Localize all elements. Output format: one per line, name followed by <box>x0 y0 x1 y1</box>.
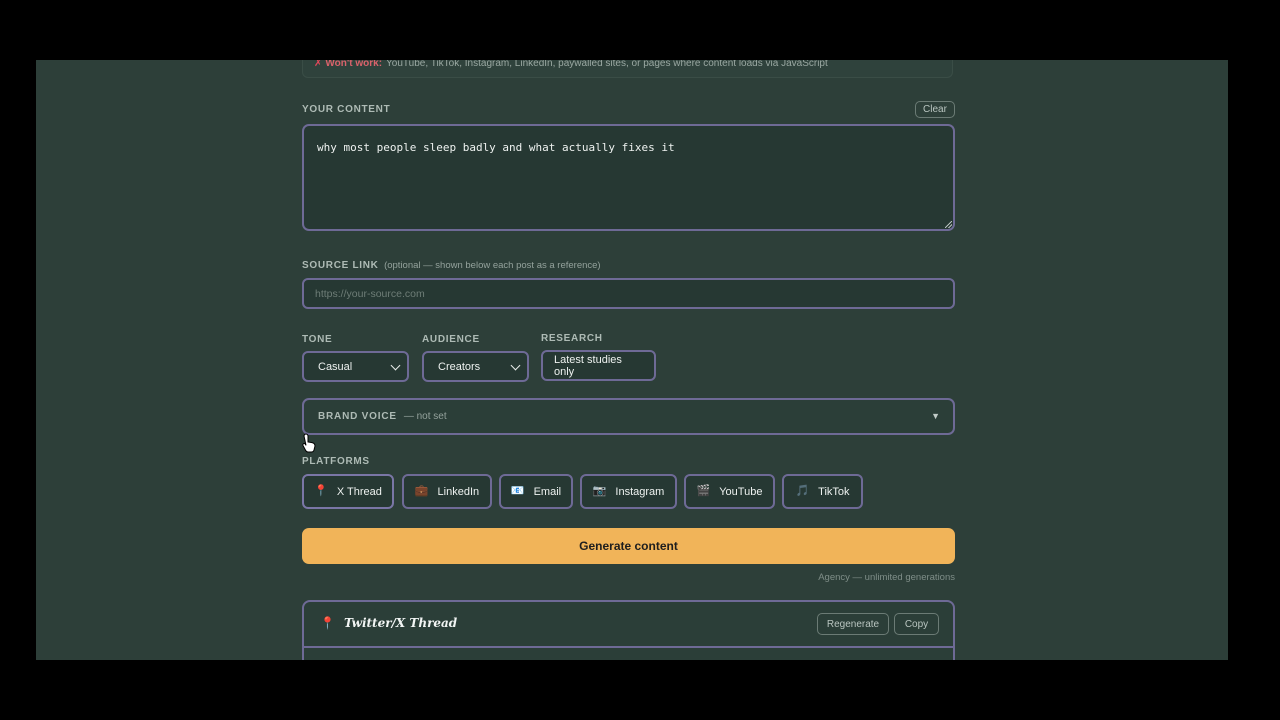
platform-label: X Thread <box>336 485 382 498</box>
platform-label: TikTok <box>818 485 850 498</box>
email-icon: 📧 <box>510 485 525 497</box>
caret-down-icon: ▼ <box>931 411 940 421</box>
platform-label: LinkedIn <box>437 485 480 498</box>
content-textarea[interactable]: why most people sleep badly and what act… <box>302 124 955 231</box>
notice-warning-label: Won't work: <box>325 60 383 69</box>
platform-linkedin[interactable]: 💼 LinkedIn <box>402 474 492 509</box>
platforms-label: PLATFORMS <box>302 456 370 467</box>
platform-tiktok[interactable]: 🎵 TikTok <box>782 474 863 509</box>
hand-cursor-icon <box>302 433 316 453</box>
clapper-icon: 🎬 <box>696 485 711 497</box>
research-label: RESEARCH <box>541 333 603 344</box>
app-viewport: ✗ Won't work: YouTube, TikTok, Instagram… <box>36 60 1228 660</box>
pin-icon: 📍 <box>314 485 328 497</box>
content-label: YOUR CONTENT <box>302 104 391 115</box>
card-divider <box>304 646 953 648</box>
music-note-icon: 🎵 <box>795 485 810 497</box>
notice-text: YouTube, TikTok, Instagram, LinkedIn, pa… <box>386 60 828 69</box>
platform-label: Email <box>533 485 562 498</box>
chevron-down-icon <box>390 360 401 371</box>
research-button[interactable]: Latest studies only <box>541 350 656 381</box>
copy-button[interactable]: Copy <box>894 613 939 635</box>
unsupported-sources-notice: ✗ Won't work: YouTube, TikTok, Instagram… <box>302 60 953 78</box>
platform-instagram[interactable]: 📷 Instagram <box>580 474 677 509</box>
generate-button[interactable]: Generate content <box>302 528 955 564</box>
tone-label: TONE <box>302 334 333 345</box>
source-link-hint: (optional — shown below each post as a r… <box>384 260 601 271</box>
platform-email[interactable]: 📧 Email <box>499 474 573 509</box>
briefcase-icon: 💼 <box>414 485 429 497</box>
audience-select[interactable]: Creators <box>422 351 529 382</box>
source-link-title: SOURCE LINK <box>302 260 379 271</box>
platform-label: Instagram <box>615 485 665 498</box>
platform-label: YouTube <box>719 485 763 498</box>
platform-youtube[interactable]: 🎬 YouTube <box>684 474 775 509</box>
tone-value: Casual <box>318 360 353 373</box>
result-card: 📍 Twitter/X Thread Regenerate Copy <box>302 600 955 660</box>
source-link-input[interactable]: https://your-source.com <box>302 278 955 309</box>
content-text: why most people sleep badly and what act… <box>317 141 675 154</box>
audience-label: AUDIENCE <box>422 334 480 345</box>
source-link-placeholder: https://your-source.com <box>315 287 425 300</box>
audience-value: Creators <box>438 360 481 373</box>
clear-button[interactable]: Clear <box>915 101 955 118</box>
result-title: Twitter/X Thread <box>344 616 458 630</box>
brand-voice-label: BRAND VOICE <box>318 411 397 422</box>
resize-handle[interactable] <box>945 221 952 228</box>
pin-icon: 📍 <box>320 616 335 630</box>
platform-x-thread[interactable]: 📍 X Thread <box>302 474 394 509</box>
source-link-label: SOURCE LINK (optional — shown below each… <box>302 260 601 271</box>
brand-voice-dropdown[interactable]: BRAND VOICE — not set ▼ <box>302 398 955 435</box>
plan-note: Agency — unlimited generations <box>818 572 955 583</box>
chevron-down-icon <box>510 360 521 371</box>
brand-voice-status: — not set <box>403 411 447 422</box>
x-mark-icon: ✗ <box>314 60 323 69</box>
tone-select[interactable]: Casual <box>302 351 409 382</box>
camera-icon: 📷 <box>592 485 607 497</box>
regenerate-button[interactable]: Regenerate <box>817 613 889 635</box>
research-value: Latest studies only <box>554 353 622 378</box>
